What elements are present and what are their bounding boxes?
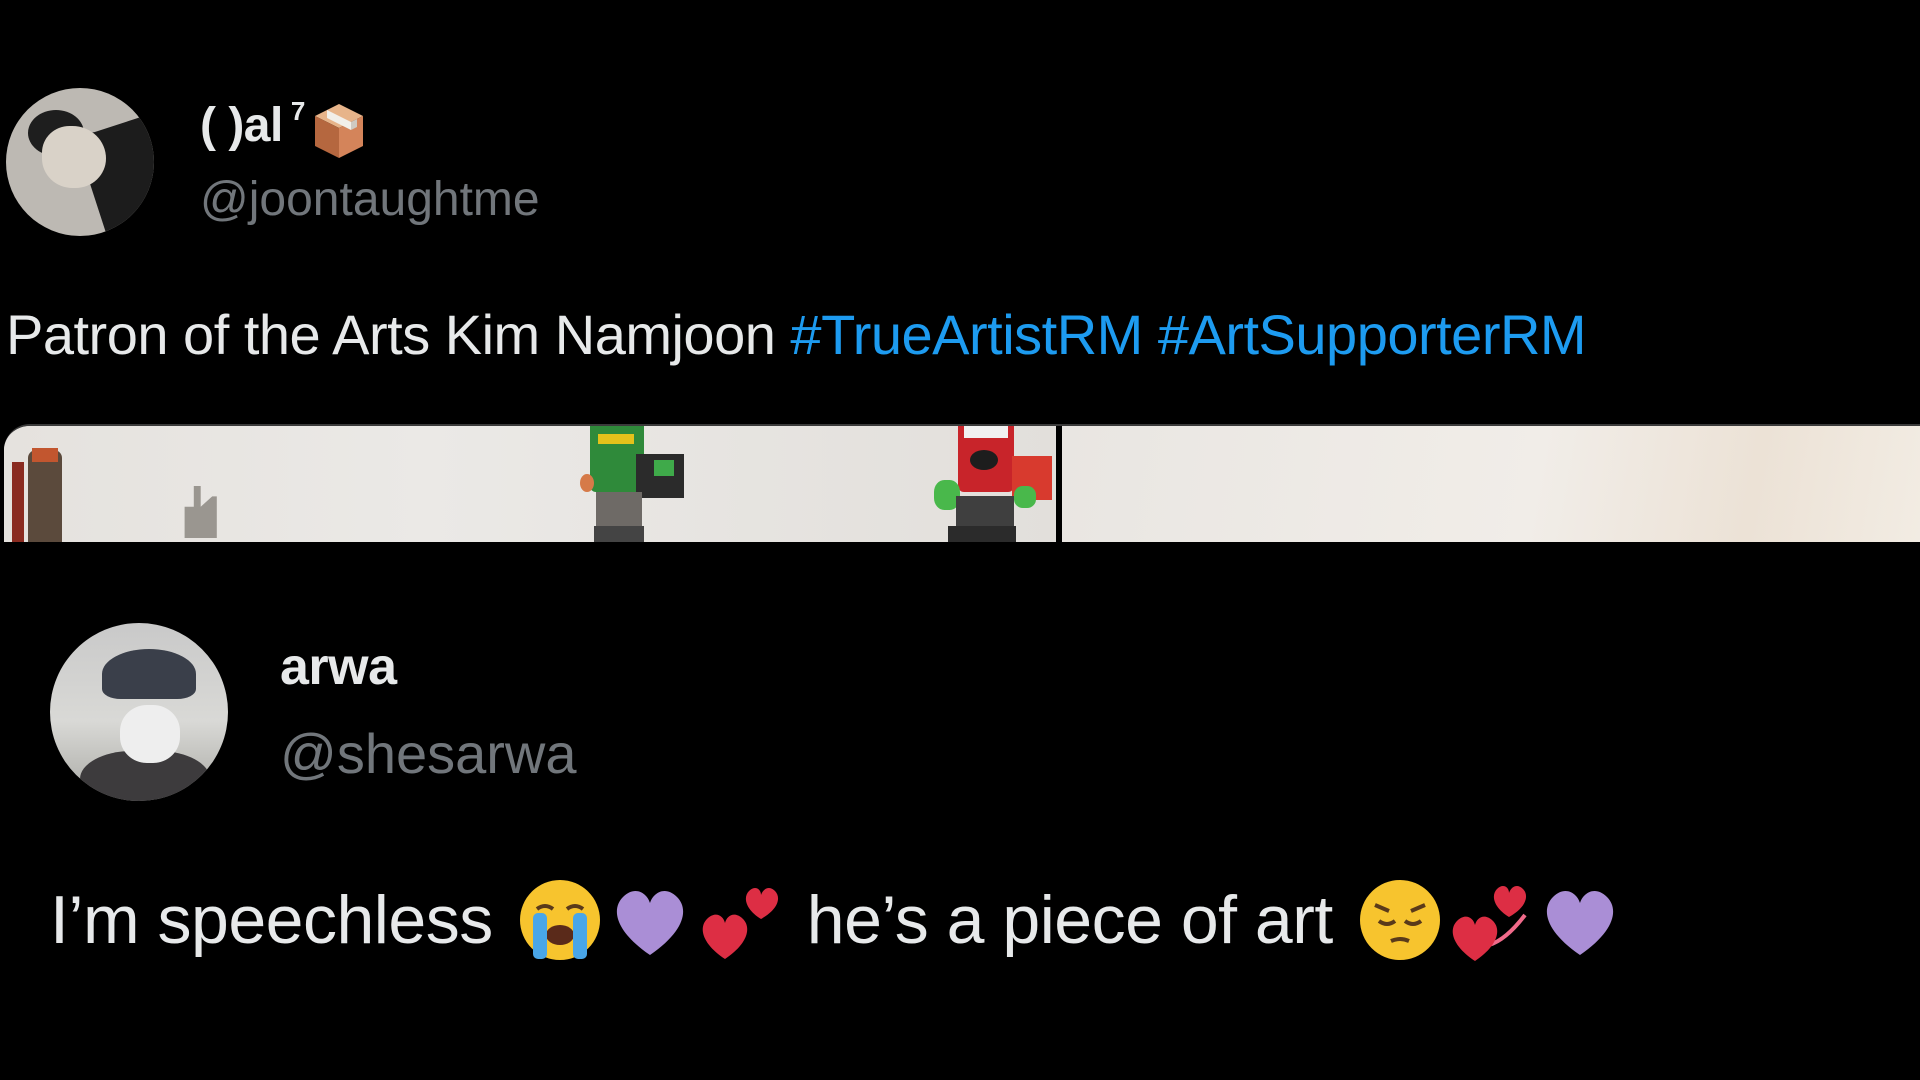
figure-image: [28, 450, 62, 542]
package-icon: [313, 102, 365, 160]
loudly-crying-face-icon: [515, 875, 605, 965]
handle[interactable]: @shesarwa: [280, 721, 577, 786]
tweet-text: I’m speechless he’s a piece of art: [50, 875, 1625, 965]
display-name[interactable]: ( )al 7: [200, 95, 365, 158]
sculpture-image: [184, 486, 217, 538]
display-name-text: ( )al: [200, 98, 283, 152]
display-name-superscript: 7: [290, 95, 305, 126]
tweet-card-1[interactable]: ( )al 7 @joontaughtme Patron of the Arts …: [0, 0, 1920, 545]
purple-heart-icon: [1535, 875, 1625, 965]
tweet-media[interactable]: [4, 424, 1920, 542]
revolving-hearts-icon: [1445, 875, 1535, 965]
tweet-text: Patron of the Arts Kim Namjoon #TrueArti…: [6, 302, 1587, 367]
screenshot-canvas: ( )al 7 @joontaughtme Patron of the Arts …: [0, 0, 1920, 1080]
purple-heart-icon: [605, 875, 695, 965]
figure-image: [12, 462, 24, 542]
tweet-text-part-2: he’s a piece of art: [806, 882, 1334, 958]
two-hearts-icon: [695, 875, 785, 965]
avatar[interactable]: [6, 88, 154, 236]
pensive-face-icon: [1355, 875, 1445, 965]
tweet-text-part-1: I’m speechless: [50, 882, 493, 958]
tweet-text-plain: Patron of the Arts Kim Namjoon: [6, 303, 791, 366]
media-image-1[interactable]: [4, 426, 1056, 542]
display-name[interactable]: arwa: [280, 637, 397, 697]
media-image-2[interactable]: [1062, 426, 1920, 542]
hashtag-link[interactable]: #TrueArtistRM: [790, 303, 1143, 366]
hashtag-link[interactable]: #ArtSupporterRM: [1158, 303, 1587, 366]
avatar[interactable]: [50, 623, 228, 801]
tweet-card-2[interactable]: arwa @shesarwa I’m speechless he’s a pie…: [0, 545, 1920, 1080]
handle[interactable]: @joontaughtme: [200, 172, 540, 227]
